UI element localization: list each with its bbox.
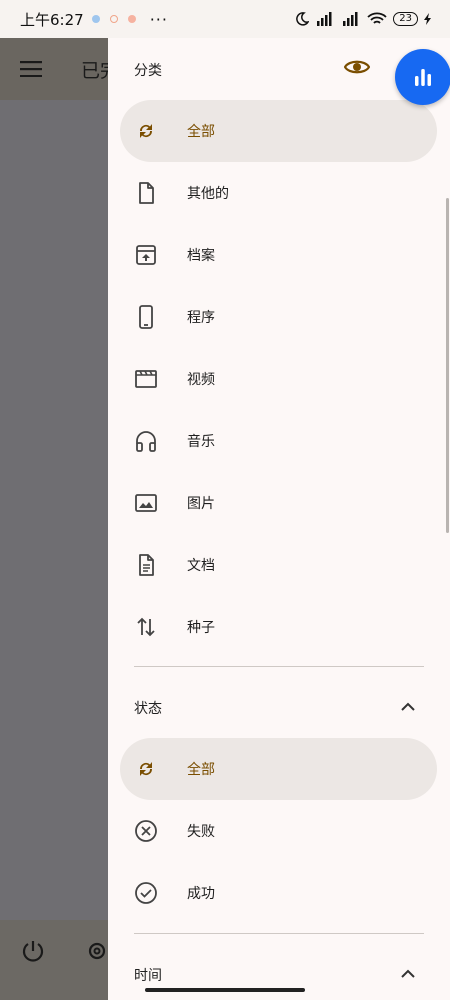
category-label: 图片 xyxy=(187,496,215,512)
status-bar: 上午6:27 ··· 23 xyxy=(0,0,450,38)
category-label: 全部 xyxy=(187,124,215,140)
category-label: 文档 xyxy=(187,558,215,574)
category-label: 其他的 xyxy=(187,186,229,202)
time-title: 时间 xyxy=(134,968,162,984)
swap-vertical-icon xyxy=(137,617,155,637)
sync-icon xyxy=(139,762,153,776)
eye-icon[interactable] xyxy=(344,57,370,77)
status-label: 失败 xyxy=(187,824,215,840)
cancel-circle-icon xyxy=(135,820,157,842)
stats-fab-button[interactable] xyxy=(395,49,450,105)
status-item-failed[interactable]: 失败 xyxy=(120,800,437,862)
file-icon xyxy=(139,182,154,204)
gear-icon xyxy=(88,942,106,960)
notification-dot-icon xyxy=(109,15,118,23)
notification-icons xyxy=(91,15,136,23)
home-indicator[interactable] xyxy=(145,988,305,992)
charging-icon xyxy=(424,13,431,25)
signal-icon xyxy=(343,12,358,26)
status-title: 状态 xyxy=(134,701,162,717)
image-icon xyxy=(135,494,157,512)
category-label: 音乐 xyxy=(187,434,215,450)
chevron-up-icon[interactable] xyxy=(400,967,416,979)
category-label: 程序 xyxy=(187,310,215,326)
divider xyxy=(134,666,424,667)
category-item-video[interactable]: 视频 xyxy=(120,348,437,410)
notification-dot-icon xyxy=(91,15,100,23)
check-circle-icon xyxy=(135,882,157,904)
category-label: 视频 xyxy=(187,372,215,388)
status-item-success[interactable]: 成功 xyxy=(120,862,437,924)
headphones-icon xyxy=(136,431,156,452)
category-title: 分类 xyxy=(134,63,162,79)
category-label: 种子 xyxy=(187,620,215,636)
menu-icon xyxy=(20,61,42,77)
category-item-all[interactable]: 全部 xyxy=(120,100,437,162)
moon-icon xyxy=(296,12,310,26)
battery-icon: 23 xyxy=(393,12,418,26)
status-label: 成功 xyxy=(187,886,215,902)
category-item-documents[interactable]: 文档 xyxy=(120,534,437,596)
phone-icon xyxy=(139,305,153,329)
document-icon xyxy=(139,554,154,576)
category-item-programs[interactable]: 程序 xyxy=(120,286,437,348)
power-icon xyxy=(22,941,44,962)
category-label: 档案 xyxy=(187,248,215,264)
category-item-images[interactable]: 图片 xyxy=(120,472,437,534)
movie-icon xyxy=(135,370,157,388)
scrollbar[interactable] xyxy=(446,198,449,533)
category-item-archive[interactable]: 档案 xyxy=(120,224,437,286)
divider xyxy=(134,933,424,934)
category-item-other[interactable]: 其他的 xyxy=(120,162,437,224)
background-bottom-bar xyxy=(0,920,108,1000)
sync-icon xyxy=(139,124,153,138)
archive-icon xyxy=(136,245,156,265)
signal-icon xyxy=(317,12,332,26)
notification-dot-icon xyxy=(127,15,136,23)
navigation-drawer: 分类 全部 其他的 档案 程序 视频 音乐 图片 文档 种子 状态 全部 失败 … xyxy=(108,38,450,1000)
status-item-all[interactable]: 全部 xyxy=(120,738,437,800)
status-label: 全部 xyxy=(187,762,215,778)
bar-chart-icon xyxy=(415,69,431,86)
status-time: 上午6:27 xyxy=(20,10,84,29)
category-item-torrents[interactable]: 种子 xyxy=(120,596,437,658)
more-notifications-icon: ··· xyxy=(149,9,168,29)
category-item-music[interactable]: 音乐 xyxy=(120,410,437,472)
wifi-icon xyxy=(367,12,387,24)
chevron-up-icon[interactable] xyxy=(400,700,416,712)
